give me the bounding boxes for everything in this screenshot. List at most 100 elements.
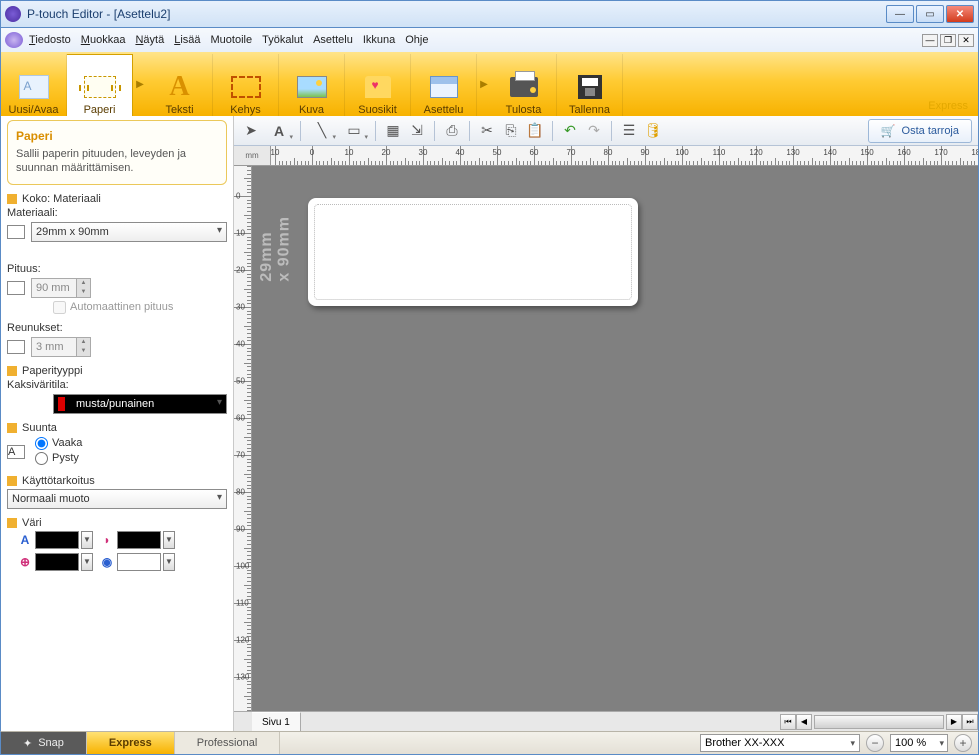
rect-tool[interactable]: ▭ <box>339 120 369 142</box>
mode-express[interactable]: Express <box>87 732 175 754</box>
window-controls: — ▭ ✕ <box>886 5 974 23</box>
text-tool[interactable]: A <box>264 120 294 142</box>
mdi-close[interactable]: ✕ <box>958 34 974 47</box>
label-preview[interactable] <box>308 198 638 306</box>
ribbon-image-label: Kuva <box>299 104 324 116</box>
frame-color-dropdown[interactable]: ▼ <box>163 531 175 549</box>
properties-tool[interactable]: ☰ <box>618 120 640 142</box>
bg-color-button[interactable]: ◉ ▼ <box>99 553 175 571</box>
section-marker-icon <box>7 423 17 433</box>
ribbon-layout[interactable]: Asettelu <box>411 54 477 116</box>
ruler-area: mm 1001020304050607080901001101201301401… <box>234 146 978 711</box>
menu-format[interactable]: Muotoile <box>211 34 253 46</box>
margins-input[interactable]: 3 mm ▲▼ <box>31 337 91 357</box>
length-input[interactable]: 90 mm ▲▼ <box>31 278 91 298</box>
ribbon-expand-2[interactable]: ▶ <box>477 52 491 116</box>
ribbon-expand-1[interactable]: ▶ <box>133 52 147 116</box>
zoom-combo[interactable]: 100 % <box>890 734 948 752</box>
text-color-icon: A <box>17 533 33 547</box>
menu-edit[interactable]: Muokkaa <box>81 34 126 46</box>
margins-icon <box>7 340 25 354</box>
menu-file[interactable]: Tiedosto <box>29 34 71 46</box>
menu-layout[interactable]: Asettelu <box>313 34 353 46</box>
tab-scroll-next[interactable]: ▶ <box>946 714 962 730</box>
mode-professional[interactable]: Professional <box>175 732 281 754</box>
usage-combo[interactable]: Normaali muoto <box>7 489 227 509</box>
tab-scroll-last[interactable]: ⏭ <box>962 714 978 730</box>
app-name: P-touch Editor <box>27 7 103 21</box>
zoom-out-button[interactable]: − <box>866 734 884 752</box>
ruler-unit[interactable]: mm <box>234 146 271 166</box>
paste-tool[interactable]: 📋 <box>524 120 546 142</box>
object-color-dropdown[interactable]: ▼ <box>81 553 93 571</box>
zoom-in-button[interactable]: + <box>954 734 972 752</box>
ribbon-new-open[interactable]: Uusi/Avaa <box>1 54 67 116</box>
ribbon-text[interactable]: A Teksti <box>147 54 213 116</box>
spin-up[interactable]: ▲ <box>76 279 90 288</box>
document-name: [Asettelu2] <box>114 7 171 21</box>
buy-labels-button[interactable]: Osta tarroja <box>868 119 972 143</box>
bg-color-dropdown[interactable]: ▼ <box>163 553 175 571</box>
menu-insert[interactable]: Lisää <box>174 34 200 46</box>
ribbon-save[interactable]: Tallenna <box>557 54 623 116</box>
printer-combo[interactable]: Brother XX-XXX <box>700 734 860 752</box>
ribbon-paper[interactable]: Paperi <box>67 54 133 116</box>
ribbon-frame[interactable]: Kehys <box>213 54 279 116</box>
twocolor-combo[interactable]: musta/punainen <box>53 394 227 414</box>
mode-snap[interactable]: ✦ Snap <box>1 732 87 754</box>
text-color-dropdown[interactable]: ▼ <box>81 531 93 549</box>
mode-bar: ✦ Snap Express Professional Brother XX-X… <box>0 731 979 755</box>
editing-toolbar: ➤ A ╲ ▭ ▦ ⇲ ⎙ ✂ ⎘ 📋 ↶ ↷ ☰ 🛢 Osta tarroja <box>234 116 978 146</box>
sheet-tab-1[interactable]: Sivu 1 <box>252 712 301 731</box>
close-button[interactable]: ✕ <box>946 5 974 23</box>
mdi-minimize[interactable]: — <box>922 34 938 47</box>
ribbon-favorites[interactable]: Suosikit <box>345 54 411 116</box>
ribbon-mode-label: Express <box>928 100 968 112</box>
table-tool[interactable]: ▦ <box>382 120 404 142</box>
menu-tools[interactable]: Työkalut <box>262 34 303 46</box>
text-icon: A <box>163 72 197 102</box>
spin-down[interactable]: ▼ <box>76 288 90 297</box>
maximize-button[interactable]: ▭ <box>916 5 944 23</box>
ribbon-print[interactable]: Tulosta <box>491 54 557 116</box>
tab-scroll-first[interactable]: ⏮ <box>780 714 796 730</box>
horizontal-scrollbar[interactable] <box>814 715 944 729</box>
new-open-icon <box>17 72 51 102</box>
copy-tool[interactable]: ⎘ <box>500 120 522 142</box>
menu-bar: Tiedosto Muokkaa Näytä Lisää Muotoile Ty… <box>0 28 979 52</box>
frame-color-button[interactable]: ◗ ▼ <box>99 531 175 549</box>
line-tool[interactable]: ╲ <box>307 120 337 142</box>
vertical-ruler[interactable]: 100102030405060708090100110120130 <box>234 166 252 711</box>
ribbon-save-label: Tallenna <box>569 104 610 116</box>
bicolor-icon <box>58 397 72 411</box>
menu-help[interactable]: Ohje <box>405 34 428 46</box>
text-color-button[interactable]: A ▼ <box>17 531 93 549</box>
window-title: P-touch Editor - [Asettelu2] <box>27 7 886 21</box>
frame-icon <box>229 72 263 102</box>
barcode-tool[interactable]: ⎙ <box>441 120 463 142</box>
pointer-tool[interactable]: ➤ <box>240 120 262 142</box>
material-label: Materiaali: <box>7 207 58 219</box>
ribbon-image[interactable]: Kuva <box>279 54 345 116</box>
menu-window[interactable]: Ikkuna <box>363 34 395 46</box>
material-combo[interactable]: 29mm x 90mm <box>31 222 227 242</box>
redo-tool[interactable]: ↷ <box>583 120 605 142</box>
database-tool[interactable]: 🛢 <box>642 120 664 142</box>
auto-length-checkbox[interactable]: Automaattinen pituus <box>53 301 227 314</box>
cut-tool[interactable]: ✂ <box>476 120 498 142</box>
undo-tool[interactable]: ↶ <box>559 120 581 142</box>
minimize-button[interactable]: — <box>886 5 914 23</box>
app-menu-icon[interactable] <box>5 32 23 48</box>
align-tool[interactable]: ⇲ <box>406 120 428 142</box>
mdi-restore[interactable]: ❐ <box>940 34 956 47</box>
canvas[interactable]: 29mm x 90mm <box>252 166 978 691</box>
favorites-icon <box>361 72 395 102</box>
object-color-button[interactable]: ⊕ ▼ <box>17 553 93 571</box>
tab-scroll-prev[interactable]: ◀ <box>796 714 812 730</box>
orientation-landscape[interactable]: Vaaka <box>35 437 82 450</box>
orientation-portrait[interactable]: Pysty <box>35 452 82 465</box>
ribbon-toolbar: Uusi/Avaa Paperi ▶ A Teksti Kehys Kuva S… <box>0 52 979 116</box>
workspace: Paperi Sallii paperin pituuden, leveyden… <box>0 116 979 731</box>
horizontal-ruler[interactable]: 1001020304050607080901001101201301401501… <box>252 146 978 166</box>
menu-view[interactable]: Näytä <box>135 34 164 46</box>
